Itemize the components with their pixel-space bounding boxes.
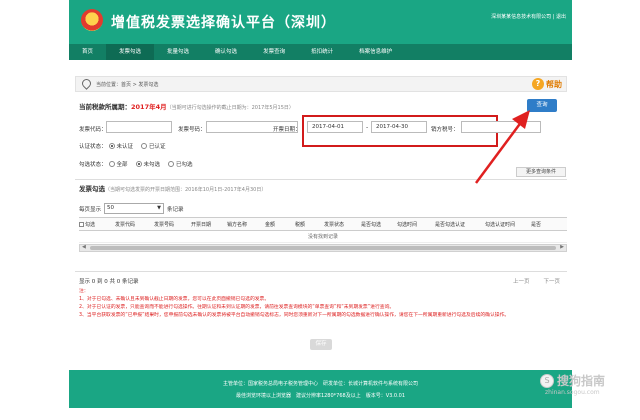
col-invoice-number[interactable]: 发票号码 <box>145 221 183 228</box>
col-is-check-auth[interactable]: 是否勾选认证 <box>425 221 475 228</box>
footer-line-1: 主管单位：国家税务总局电子税务管理中心 研发单位：长城计算机软件与系统有限公司 <box>222 381 418 387</box>
radio-checked-label: 已勾选 <box>176 162 193 168</box>
main-nav: 首页 发票勾选 批量勾选 确认勾选 发票查询 抵扣统计 档案信息维护 <box>69 44 572 60</box>
auth-status-row: 认证状态： 未认证 已认证 <box>79 142 166 150</box>
invoice-code-label: 发票代码： <box>79 127 107 133</box>
question-icon: ? <box>532 78 544 90</box>
section-title-text: 发票勾选 <box>79 185 105 193</box>
note-line: 1、对于已勾选、未确认且未到确认截止日期的发票，您可以在此页面撤销已勾选的发票。 <box>79 297 270 302</box>
more-conditions-button[interactable]: 更多查询条件 <box>516 167 566 177</box>
watermark-url: zhinan.sogou.com <box>545 389 600 396</box>
seller-tax-input[interactable] <box>461 121 541 133</box>
auth-status-label: 认证状态： <box>79 144 107 150</box>
col-seller-name[interactable]: 销方名称 <box>219 221 255 228</box>
page-size-control: 每页显示 50 ▼ 条记录 <box>79 203 184 214</box>
help-label: 帮助 <box>546 79 562 89</box>
scrollbar-thumb[interactable] <box>90 246 556 250</box>
invoice-table: 勾选 发票代码 发票号码 开票日期 销方名称 金额 税额 发票状态 是否勾选 勾… <box>79 217 567 252</box>
footer-line-2: 最佳浏览环境以上浏览器 建议分辨率1280*768及以上 版本号：V3.0.01 <box>235 393 406 399</box>
col-amount[interactable]: 金额 <box>255 221 285 228</box>
notes-title: 注： <box>79 289 89 294</box>
watermark-text: 搜狗指南 <box>557 374 606 388</box>
nav-home[interactable]: 首页 <box>69 44 106 60</box>
breadcrumb-text: 当前位置：首页 > 发票勾选 <box>96 82 159 88</box>
col-tax[interactable]: 税额 <box>285 221 315 228</box>
radio-checked[interactable] <box>168 161 175 167</box>
col-check-label: 勾选 <box>85 221 96 228</box>
nav-archive-maintenance[interactable]: 档案信息维护 <box>346 44 405 60</box>
empty-row: 没有找到记录 <box>79 231 567 243</box>
section-hint: （当期可勾选发票的开票日期范围：2016年10月1日-2017年4月30日） <box>105 187 267 193</box>
table-header: 勾选 发票代码 发票号码 开票日期 销方名称 金额 税额 发票状态 是否勾选 勾… <box>79 217 567 231</box>
col-check: 勾选 <box>79 221 105 228</box>
radio-authenticated[interactable] <box>141 143 148 149</box>
col-check-time[interactable]: 勾选时间 <box>389 221 425 228</box>
invoice-code-input[interactable] <box>106 121 172 133</box>
save-button[interactable]: 保存 <box>310 339 332 350</box>
nav-batch-check[interactable]: 批量勾选 <box>154 44 202 60</box>
note-line: 2、对于已认证的发票，只能查询而不能进行勾选操作。往期认证和未到认证期的发票，请… <box>79 305 395 310</box>
radio-unauthenticated[interactable] <box>108 143 115 149</box>
col-is-checked[interactable]: 是否勾选 <box>353 221 389 228</box>
check-status-row: 勾选状态： 全部 未勾选 已勾选 <box>79 160 193 168</box>
nav-deduction-stats[interactable]: 抵扣统计 <box>298 44 346 60</box>
app-page: 增值税发票选择确认平台（深圳） 深圳某某信息技术有限公司 | 退出 首页 发票勾… <box>69 0 572 420</box>
nav-confirm-check[interactable]: 确认勾选 <box>202 44 250 60</box>
check-status-label: 勾选状态： <box>79 162 107 168</box>
query-button[interactable]: 查询 <box>527 99 557 112</box>
page-size-suffix: 条记录 <box>167 206 184 213</box>
page-size-prefix: 每页显示 <box>79 206 102 213</box>
records-count: 显示 0 到 0 共 0 条记录 <box>79 279 139 285</box>
radio-all-label: 全部 <box>116 162 128 168</box>
tax-period: 当前税款所属期：2017年4月（当期可进行勾选操作的截止日期为：2017年5月1… <box>79 101 294 111</box>
site-footer: 主管单位：国家税务总局电子税务管理中心 研发单位：长城计算机软件与系统有限公司 … <box>69 370 572 408</box>
breadcrumb: 当前位置：首页 > 发票勾选 ? 帮助 <box>75 76 567 92</box>
sogou-logo-icon: S <box>540 373 554 388</box>
col-invoice-code[interactable]: 发票代码 <box>105 221 145 228</box>
radio-unchecked-label: 未勾选 <box>143 162 161 168</box>
radio-authenticated-label: 已认证 <box>149 144 166 150</box>
page-size-select[interactable]: 50 ▼ <box>104 203 165 214</box>
page-size-value: 50 <box>107 205 115 211</box>
col-invoice-status[interactable]: 发票状态 <box>315 221 353 228</box>
help-link[interactable]: ? 帮助 <box>532 78 562 90</box>
section-divider <box>75 179 567 180</box>
radio-unauthenticated-label: 未认证 <box>116 144 134 150</box>
col-check-auth-time[interactable]: 勾选认证时间 <box>475 221 525 228</box>
note-line: 3、当平台获取发票的“已申报”结果时，您申报前勾选未确认的发票将被平台自动撤销勾… <box>79 313 510 318</box>
radio-unchecked[interactable] <box>135 161 142 167</box>
pager: 上一页 下一页 <box>513 277 560 285</box>
section-title: 发票勾选（当期可勾选发票的开票日期范围：2016年10月1日-2017年4月30… <box>79 183 266 193</box>
tax-emblem-icon <box>81 9 103 31</box>
records-divider <box>75 271 567 272</box>
site-header: 增值税发票选择确认平台（深圳） 深圳某某信息技术有限公司 | 退出 <box>69 0 572 44</box>
col-invoice-date[interactable]: 开票日期 <box>183 221 219 228</box>
tax-period-label: 当前税款所属期： <box>79 103 131 111</box>
horizontal-scrollbar[interactable]: ◀ ▶ <box>79 244 567 252</box>
tax-period-value: 2017年4月 <box>131 103 167 111</box>
notes: 注： 1、对于已勾选、未确认且未到确认截止日期的发票，您可以在此页面撤销已勾选的… <box>79 288 564 320</box>
scroll-right-icon[interactable]: ▶ <box>560 244 564 250</box>
date-label: 开票日期： <box>273 127 301 133</box>
user-info-logout[interactable]: 深圳某某信息技术有限公司 | 退出 <box>491 13 566 20</box>
select-all-checkbox[interactable] <box>79 221 84 227</box>
watermark: S 搜狗指南 <box>540 372 605 389</box>
next-page-link[interactable]: 下一页 <box>543 277 560 285</box>
scroll-left-icon[interactable]: ◀ <box>82 244 86 250</box>
tax-period-hint: （当期可进行勾选操作的截止日期为：2017年5月15日） <box>166 105 294 111</box>
invoice-number-label: 发票号码： <box>178 127 206 133</box>
nav-invoice-check[interactable]: 发票勾选 <box>106 44 155 60</box>
prev-page-link[interactable]: 上一页 <box>513 277 530 285</box>
nav-invoice-query[interactable]: 发票查询 <box>250 44 298 60</box>
location-pin-icon <box>80 77 93 90</box>
seller-tax-label: 销方税号： <box>431 127 459 133</box>
radio-all[interactable] <box>108 161 115 167</box>
col-more[interactable]: 是否 <box>525 221 547 228</box>
site-title: 增值税发票选择确认平台（深圳） <box>111 15 336 31</box>
chevron-down-icon: ▼ <box>157 205 162 211</box>
